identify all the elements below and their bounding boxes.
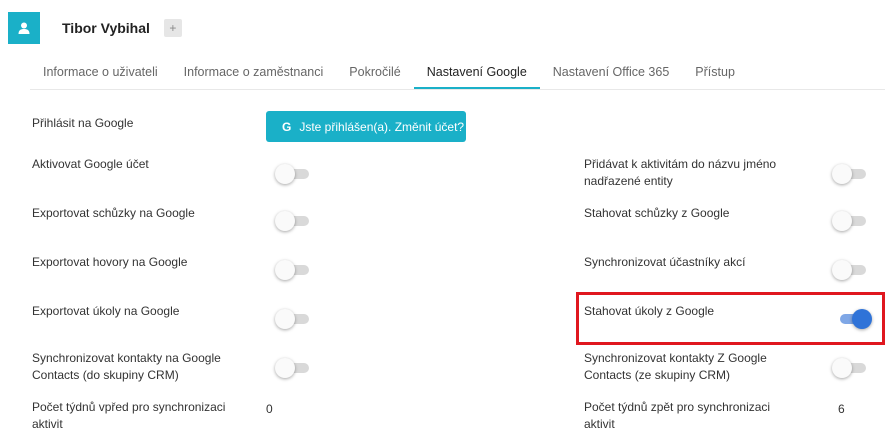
tab-bar: Informace o uživateli Informace o zaměst… [30,60,748,90]
toggle-activate-google[interactable] [275,164,311,184]
weeks-back-value[interactable]: 6 [838,402,845,416]
google-account-button-label: Jste přihlášen(a). Změnit účet? [299,119,465,134]
setting-label-parent-entity-name: Přidávat k aktivitám do názvu jméno nadř… [584,157,777,188]
weeks-forward-value[interactable]: 0 [266,402,273,416]
setting-label-activate-google: Aktivovat Google účet [32,157,149,171]
toggle-sync-attendees[interactable] [832,260,868,280]
setting-label-sync-contacts-to-google: Synchronizovat kontakty na Google Contac… [32,351,221,382]
tab-advanced[interactable]: Pokročilé [336,60,413,90]
setting-label-sync-attendees: Synchronizovat účastníky akcí [584,255,746,269]
google-icon: G [282,119,292,134]
tab-employee-info[interactable]: Informace o zaměstnanci [171,60,337,90]
setting-label-export-calls: Exportovat hovory na Google [32,255,188,269]
tab-office365-settings[interactable]: Nastavení Office 365 [540,60,683,90]
user-avatar [8,12,40,44]
toggle-parent-entity-name[interactable] [832,164,868,184]
tab-google-settings[interactable]: Nastavení Google [413,60,540,90]
setting-label-download-meetings: Stahovat schůzky z Google [584,206,730,220]
tab-access[interactable]: Přístup [682,60,748,90]
setting-label-export-meetings: Exportovat schůzky na Google [32,206,195,220]
toggle-export-calls[interactable] [275,260,311,280]
toggle-sync-contacts-from-google[interactable] [832,358,868,378]
tabs-divider [30,89,885,90]
toggle-sync-contacts-to-google[interactable] [275,358,311,378]
google-account-button[interactable]: G Jste přihlášen(a). Změnit účet? [266,111,466,142]
toggle-export-meetings[interactable] [275,211,311,231]
toggle-export-tasks[interactable] [275,309,311,329]
toggle-download-meetings[interactable] [832,211,868,231]
highlight-box [576,292,885,345]
login-label: Přihlásit na Google [32,116,134,130]
weeks-forward-label: Počet týdnů vpřed pro synchronizaci akti… [32,400,226,428]
setting-label-export-tasks: Exportovat úkoly na Google [32,304,180,318]
weeks-back-label: Počet týdnů zpět pro synchronizaci aktiv… [584,400,771,428]
tab-user-info[interactable]: Informace o uživateli [30,60,171,90]
add-button[interactable]: + [163,19,182,37]
user-icon [18,22,30,34]
setting-label-sync-contacts-from-google: Synchronizovat kontakty Z Google Contact… [584,351,767,382]
user-header: Tibor Vybihal + [8,8,182,48]
user-name: Tibor Vybihal [62,20,150,36]
